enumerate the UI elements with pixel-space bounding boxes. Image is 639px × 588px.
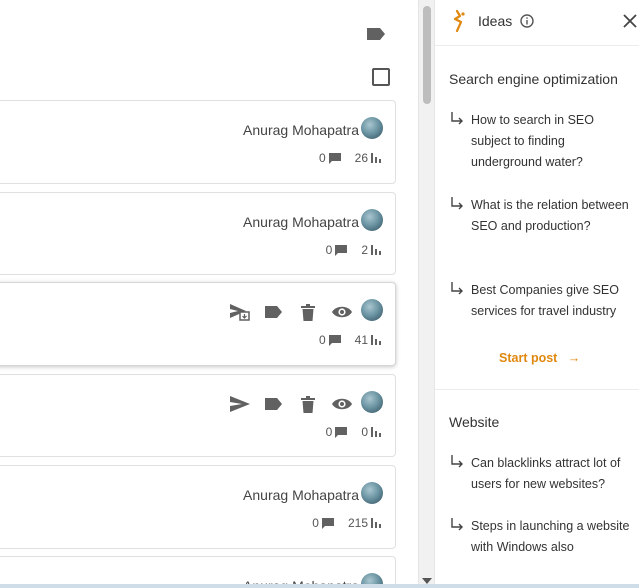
post-stats: 0 0 <box>326 425 381 439</box>
ideas-panel-header: Ideas <box>435 0 639 46</box>
ideas-panel-title: Ideas <box>478 13 513 29</box>
avatar <box>361 391 383 413</box>
eye-icon[interactable] <box>331 394 353 414</box>
view-count: 215 <box>347 516 368 530</box>
ideas-panel: Ideas Search engine optimization How to … <box>434 0 639 588</box>
view-count: 26 <box>354 151 368 165</box>
comment-icon <box>335 426 348 438</box>
posts-list: Anurag Mohapatra 0 26 Anurag Mohapatra 0… <box>0 0 418 588</box>
subdirectory-arrow-icon <box>451 112 463 125</box>
select-all-checkbox[interactable] <box>372 68 390 86</box>
send-scheduled-icon[interactable] <box>229 302 251 322</box>
idea-text: Can blacklinks attract lot of users for … <box>471 456 621 491</box>
arrow-right-icon: → <box>560 351 581 365</box>
idea-text: How to search in SEO subject to finding … <box>471 113 594 169</box>
avatar <box>361 482 383 504</box>
post-actions <box>217 302 353 322</box>
post-stats: 0 215 <box>312 516 381 530</box>
comment-icon <box>335 244 348 256</box>
idea-text: What is the relation between SEO and pro… <box>471 198 629 233</box>
post-stats: 0 2 <box>326 243 381 257</box>
idea-section-title: Website <box>449 414 500 430</box>
view-count: 0 <box>361 425 368 439</box>
label-icon[interactable] <box>263 302 285 322</box>
avatar <box>361 117 383 139</box>
avatar <box>361 299 383 321</box>
start-post-button[interactable]: Start post → <box>499 351 580 365</box>
scrollbar[interactable] <box>418 0 434 588</box>
close-icon[interactable] <box>623 14 637 28</box>
post-row[interactable]: Anurag Mohapatra 0 26 <box>0 100 396 184</box>
post-stats: 0 41 <box>319 333 381 347</box>
view-count: 2 <box>361 243 368 257</box>
comment-count: 0 <box>318 333 326 347</box>
trash-icon[interactable] <box>297 394 319 414</box>
subdirectory-arrow-icon <box>451 518 463 531</box>
label-icon[interactable] <box>366 26 386 42</box>
trash-icon[interactable] <box>297 302 319 322</box>
post-author: Anurag Mohapatra <box>243 487 359 503</box>
divider <box>435 389 639 390</box>
info-icon[interactable] <box>520 14 534 28</box>
comment-icon <box>321 517 334 529</box>
post-actions <box>217 394 353 414</box>
post-row[interactable]: Anurag Mohapatra 0 2 <box>0 192 396 275</box>
post-author: Anurag Mohapatra <box>243 214 359 230</box>
eye-icon[interactable] <box>331 302 353 322</box>
stats-icon <box>371 245 381 255</box>
label-icon[interactable] <box>263 394 285 414</box>
stats-icon <box>371 153 381 163</box>
post-row[interactable]: 0 41 <box>0 282 396 366</box>
comment-count: 0 <box>312 516 319 530</box>
idea-section-title: Search engine optimization <box>449 71 618 87</box>
post-row[interactable]: 0 0 <box>0 374 396 457</box>
idea-text: Steps in launching a website with Window… <box>471 519 630 554</box>
scrollbar-thumb[interactable] <box>423 6 431 104</box>
send-icon[interactable] <box>229 394 251 414</box>
post-stats: 0 26 <box>319 151 381 165</box>
subdirectory-arrow-icon <box>451 197 463 210</box>
avatar <box>361 209 383 231</box>
comment-icon <box>328 152 341 164</box>
stats-icon <box>371 518 381 528</box>
window-bottom-edge <box>0 584 639 588</box>
stats-icon <box>371 335 381 345</box>
start-post-label: Start post <box>499 351 558 365</box>
comment-icon <box>328 334 341 346</box>
subdirectory-arrow-icon <box>451 282 463 295</box>
subdirectory-arrow-icon <box>451 455 463 468</box>
idea-text: Best Companies give SEO services for tra… <box>471 283 619 318</box>
ideas-logo-icon <box>453 10 465 32</box>
stats-icon <box>371 427 381 437</box>
post-author: Anurag Mohapatra <box>243 122 359 138</box>
comment-count: 0 <box>318 151 326 165</box>
comment-count: 0 <box>325 243 333 257</box>
post-row[interactable]: Anurag Mohapatra 0 215 <box>0 465 396 549</box>
view-count: 41 <box>354 333 368 347</box>
comment-count: 0 <box>325 425 333 439</box>
